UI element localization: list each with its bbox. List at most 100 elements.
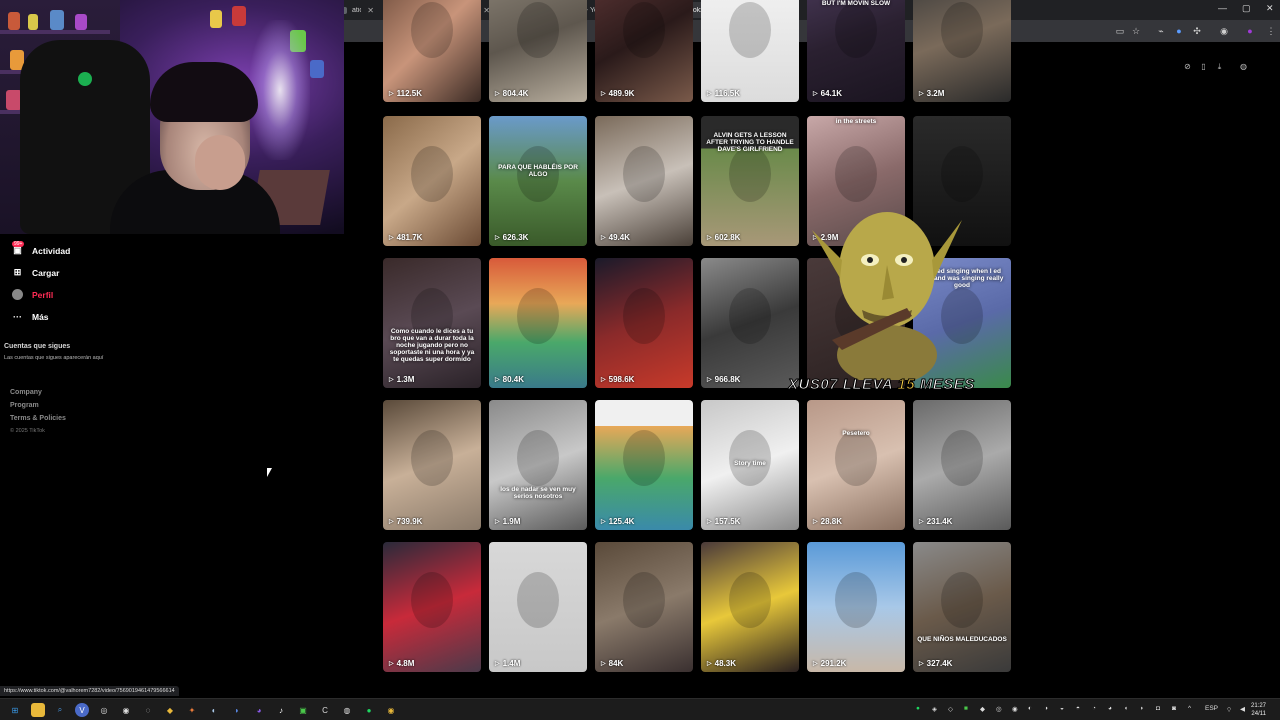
tray-icon-8[interactable]: ◑ (1044, 705, 1048, 712)
thumbnail-subject (729, 430, 771, 486)
play-icon: ▷ (389, 235, 394, 241)
video-card[interactable]: Como cuando le dices a tu bro que van a … (383, 258, 481, 388)
video-card[interactable]: ▷ 80.4K (489, 258, 587, 388)
video-card[interactable]: Story time ▷ 157.5K (701, 400, 799, 530)
search-icon[interactable]: ⌕ (53, 703, 67, 717)
profile-icon[interactable]: ◉ (1219, 26, 1229, 36)
tray-icon-1[interactable]: ◈ (932, 705, 937, 713)
thumbnail-subject (411, 2, 453, 58)
video-card[interactable]: ▷ 48.3K (701, 542, 799, 672)
app-icon-9[interactable]: ◍ (340, 703, 354, 717)
view-count: ▷ 4.8M (389, 659, 414, 668)
tray-icon-9[interactable]: ◒ (1060, 705, 1064, 712)
network-icon[interactable]: ⌔ (1226, 705, 1232, 714)
tray-icon-3[interactable]: ■ (964, 705, 968, 712)
volume-icon[interactable]: ◀ (1240, 705, 1245, 713)
video-card[interactable]: ALVIN GETS A LESSON AFTER TRYING TO HAND… (701, 116, 799, 246)
video-card[interactable]: ▷ 116.5K (701, 0, 799, 102)
video-card[interactable]: ▷ 1.4M (489, 542, 587, 672)
chrome-icon[interactable]: ◉ (384, 703, 398, 717)
sound-icon[interactable]: ⊘ (1182, 62, 1193, 73)
tray-icon-12[interactable]: ◕ (1108, 705, 1112, 712)
video-card[interactable]: ▷ 49.4K (595, 116, 693, 246)
tray-icon-13[interactable]: ◖ (1124, 705, 1128, 712)
browser-menu-icon[interactable]: ⋮ (1266, 26, 1276, 36)
more-icon: ··· (13, 311, 22, 322)
tab-search-icon[interactable]: ⌁ (1156, 26, 1166, 36)
view-count: ▷ 112.5K (389, 89, 422, 98)
tray-icon-5[interactable]: ◎ (996, 705, 1002, 713)
thumbnail-subject (729, 572, 771, 628)
tray-icon-7[interactable]: ◐ (1028, 705, 1032, 712)
stream-overlay-text: XUS07 LLEVA 15 MESES (787, 376, 974, 394)
app-icon-3[interactable]: ◌ (141, 703, 155, 717)
app-icon-7[interactable]: ▣ (296, 703, 310, 717)
file-explorer-icon[interactable] (31, 703, 45, 717)
play-icon: ▷ (601, 519, 606, 525)
app-icon-6[interactable]: ◑ (229, 703, 243, 717)
video-card[interactable]: ▷ 481.7K (383, 116, 481, 246)
footer-link-program[interactable]: Program (10, 402, 39, 409)
device-icon[interactable]: ▯ (1198, 62, 1209, 73)
tray-icon-16[interactable]: ◙ (1172, 705, 1176, 712)
app-icon-2[interactable]: ◉ (119, 703, 133, 717)
video-card[interactable]: a tummy ache!▷804.4K (489, 0, 587, 102)
tray-icon-6[interactable]: ◉ (1012, 705, 1018, 713)
install-app-icon[interactable]: ▭ (1115, 26, 1125, 36)
video-card[interactable]: PARA QUE HABLÉIS POR ALGO ▷ 626.3K (489, 116, 587, 246)
video-card[interactable]: ▷ 84K (595, 542, 693, 672)
tray-icon-14[interactable]: ◗ (1140, 705, 1144, 712)
account-avatar-icon[interactable]: ● (1245, 26, 1255, 36)
video-card[interactable]: ▷ 598.6K (595, 258, 693, 388)
video-card[interactable]: BUT I'M MOVIN SLOW ▷ 64.1K (807, 0, 905, 102)
user-avatar[interactable]: ◍ (1238, 62, 1249, 73)
view-count: ▷ 804.4K (495, 89, 528, 98)
footer-link-company[interactable]: Company (10, 389, 42, 396)
app-icon-v[interactable]: V (75, 703, 89, 717)
extension-icon[interactable]: ● (1174, 26, 1184, 36)
sidebar-item-actividad[interactable]: ▣ Actividad (12, 245, 70, 256)
tray-icon-2[interactable]: ◇ (948, 705, 953, 713)
view-count: ▷ 231.4K (919, 517, 952, 526)
bookmark-star-icon[interactable]: ☆ (1131, 26, 1141, 36)
start-icon[interactable]: ⊞ (8, 703, 22, 717)
close-window-button[interactable]: ✕ (1266, 3, 1274, 14)
video-card[interactable]: Pesetero ▷ 28.8K (807, 400, 905, 530)
sidebar-item-mas[interactable]: ··· Más (12, 311, 49, 322)
video-card[interactable]: los de nadar se ven muy serios nosotros ▷… (489, 400, 587, 530)
tray-icon-4[interactable]: ◆ (980, 705, 985, 713)
system-clock[interactable]: 21:27 24/11 (1251, 702, 1266, 718)
sidebar-item-perfil[interactable]: · Perfil (12, 289, 53, 300)
minimize-button[interactable]: — (1218, 3, 1227, 13)
steam-icon[interactable]: ◐ (207, 703, 221, 717)
tray-spotify-icon[interactable]: ● (916, 705, 920, 712)
discord-icon[interactable]: ◕ (252, 703, 266, 717)
app-icon-4[interactable]: ◆ (163, 703, 177, 717)
video-card[interactable]: ▷ 4.8M (383, 542, 481, 672)
sidebar-item-cargar[interactable]: ⊞ Cargar (12, 267, 60, 278)
tiktok-icon[interactable]: ♪ (274, 703, 288, 717)
tray-icon-11[interactable]: ◔ (1092, 705, 1096, 712)
chevron-up-icon[interactable]: ^ (1188, 705, 1191, 712)
video-card[interactable]: ▷ 291.2K (807, 542, 905, 672)
footer-link-terms[interactable]: Terms & Policies (10, 415, 66, 422)
maximize-button[interactable]: ▢ (1242, 3, 1251, 14)
tray-icon-10[interactable]: ◓ (1076, 705, 1080, 712)
app-icon-5[interactable]: ✦ (185, 703, 199, 717)
app-icon-1[interactable]: ◎ (97, 703, 111, 717)
tray-icon-15[interactable]: ◘ (1156, 705, 1160, 712)
video-card[interactable]: ▷ 489.9K (595, 0, 693, 102)
extensions-puzzle-icon[interactable]: ✣ (1192, 26, 1202, 36)
language-indicator[interactable]: ESP (1205, 705, 1218, 712)
video-card[interactable]: ▷ 966.8K (701, 258, 799, 388)
video-card[interactable]: ▷ 3.2M (913, 0, 1011, 102)
video-card[interactable]: ▷ 231.4K (913, 400, 1011, 530)
tab-close-icon[interactable]: ✕ (367, 6, 374, 15)
video-card[interactable]: ▷ 112.5K (383, 0, 481, 102)
spotify-icon[interactable]: ● (362, 703, 376, 717)
download-icon[interactable]: ⤓ (1214, 62, 1225, 73)
video-card[interactable]: ▷ 125.4K (595, 400, 693, 530)
app-icon-8[interactable]: C (318, 703, 332, 717)
video-card[interactable]: ▷ 739.9K (383, 400, 481, 530)
video-card[interactable]: QUE NIÑOS MALEDUCADOS ▷ 327.4K (913, 542, 1011, 672)
